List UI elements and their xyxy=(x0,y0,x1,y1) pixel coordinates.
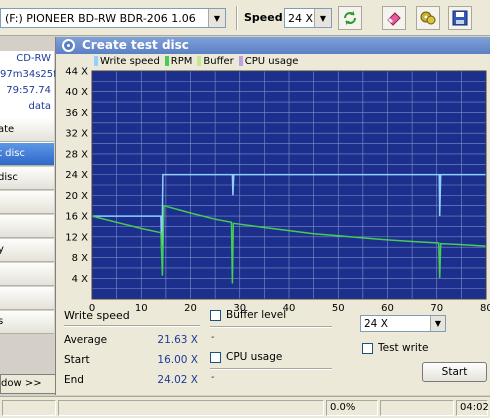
x-tick-label: 20 xyxy=(184,303,197,313)
disc-info-button[interactable] xyxy=(416,6,440,30)
speed-select-value: 24 X xyxy=(288,11,314,25)
y-tick-label: 28 X xyxy=(65,149,88,160)
y-tick-label: 32 X xyxy=(65,129,88,140)
write-speed-select[interactable]: 24 X ▼ xyxy=(360,315,446,332)
sidebar-item-7[interactable] xyxy=(0,263,54,286)
checkbox-box[interactable] xyxy=(210,351,221,363)
stats-title: Write speed xyxy=(64,309,130,322)
save-icon xyxy=(452,10,468,26)
main-panel: Create test disc Write speed RPM Buffer … xyxy=(56,37,490,415)
sidebar-item-5[interactable] xyxy=(0,215,54,238)
test-write-checkbox[interactable]: Test write xyxy=(362,342,428,354)
write-speed-select-value: 24 X xyxy=(364,317,388,330)
y-tick-label: 40 X xyxy=(65,87,88,98)
drive-select[interactable]: (F:) PIONEER BD-RW BDR-206 1.06 ▼ xyxy=(0,8,226,28)
y-tick-label: 16 X xyxy=(65,212,88,223)
y-tick-label: 44 X xyxy=(65,67,88,78)
disc-info-icon xyxy=(420,11,436,25)
status-cell xyxy=(58,400,324,416)
status-progress: 0.0% xyxy=(326,400,378,416)
speed-chart: 4 X 8 X 12 X 16 X 20 X 24 X 28 X 32 X 36 X 40 X 44… xyxy=(65,67,490,314)
sidebar-item-4[interactable] xyxy=(0,191,54,214)
x-tick-label: 70 xyxy=(430,303,443,313)
erase-button[interactable] xyxy=(382,6,406,30)
status-time: 04:02 xyxy=(456,400,489,416)
divider xyxy=(210,368,332,370)
sidebar-item-8[interactable] xyxy=(0,287,54,310)
y-tick-label: 8 X xyxy=(72,253,89,264)
refresh-button[interactable] xyxy=(338,6,362,30)
disc-icon xyxy=(62,39,75,52)
buffer-level-checkbox[interactable]: Buffer level xyxy=(210,309,286,321)
x-tick-label: 60 xyxy=(381,303,394,313)
drive-select-value: (F:) PIONEER BD-RW BDR-206 1.06 xyxy=(5,11,196,25)
x-tick-label: 50 xyxy=(332,303,345,313)
toolbar-separator xyxy=(236,6,238,30)
save-button[interactable] xyxy=(448,6,472,30)
sidebar: CD-RW 97m34s25f 79:57.74 data ate t disc… xyxy=(0,37,56,395)
stat-end-value: 24.02 X xyxy=(157,374,198,386)
start-button[interactable]: Start xyxy=(422,362,487,382)
y-tick-label: 36 X xyxy=(65,108,88,119)
y-tick-label: 20 X xyxy=(65,191,88,202)
divider xyxy=(210,326,332,328)
sidebar-toggle-button[interactable]: dow >> xyxy=(0,374,55,394)
disc-length: 79:57.74 xyxy=(6,85,51,96)
x-tick-label: 80 min xyxy=(480,303,490,313)
checkbox-box[interactable] xyxy=(210,309,221,321)
status-cell xyxy=(380,400,454,416)
sidebar-item-create[interactable]: ate xyxy=(0,119,54,142)
x-tick-label: 10 xyxy=(135,303,148,313)
panel-titlebar: Create test disc xyxy=(56,37,490,54)
buffer-value: - xyxy=(211,332,215,343)
stats-divider xyxy=(64,325,200,327)
y-tick-label: 4 X xyxy=(72,274,89,285)
speed-label: Speed xyxy=(244,11,283,24)
checkbox-box[interactable] xyxy=(362,342,373,354)
panel-title: Create test disc xyxy=(82,38,189,52)
stat-average-value: 21.63 X xyxy=(157,334,198,346)
disc-type: CD-RW xyxy=(16,53,51,64)
sidebar-item-create-test-disc[interactable]: t disc xyxy=(0,143,54,166)
sidebar-item-disc[interactable]: disc xyxy=(0,167,54,190)
disc-content: data xyxy=(28,101,51,112)
chevron-down-icon[interactable]: ▼ xyxy=(208,9,225,27)
sidebar-item-9[interactable]: s xyxy=(0,311,54,334)
chevron-down-icon[interactable]: ▼ xyxy=(430,316,445,331)
eraser-icon xyxy=(387,12,401,26)
status-bar: 0.0% 04:02 xyxy=(0,396,490,418)
disc-capacity: 97m34s25f xyxy=(0,69,56,80)
stat-start-value: 16.00 X xyxy=(157,354,198,366)
refresh-icon xyxy=(344,11,356,25)
y-tick-label: 24 X xyxy=(65,170,88,181)
chevron-down-icon[interactable]: ▼ xyxy=(314,9,331,27)
speed-select[interactable]: 24 X ▼ xyxy=(284,8,332,28)
toolbar: (F:) PIONEER BD-RW BDR-206 1.06 ▼ Speed … xyxy=(0,0,490,36)
cpu-value: - xyxy=(211,372,215,383)
cpu-usage-checkbox[interactable]: CPU usage xyxy=(210,351,282,363)
sidebar-item-6[interactable]: y xyxy=(0,239,54,262)
status-cell xyxy=(2,400,56,416)
y-tick-label: 12 X xyxy=(65,232,88,243)
